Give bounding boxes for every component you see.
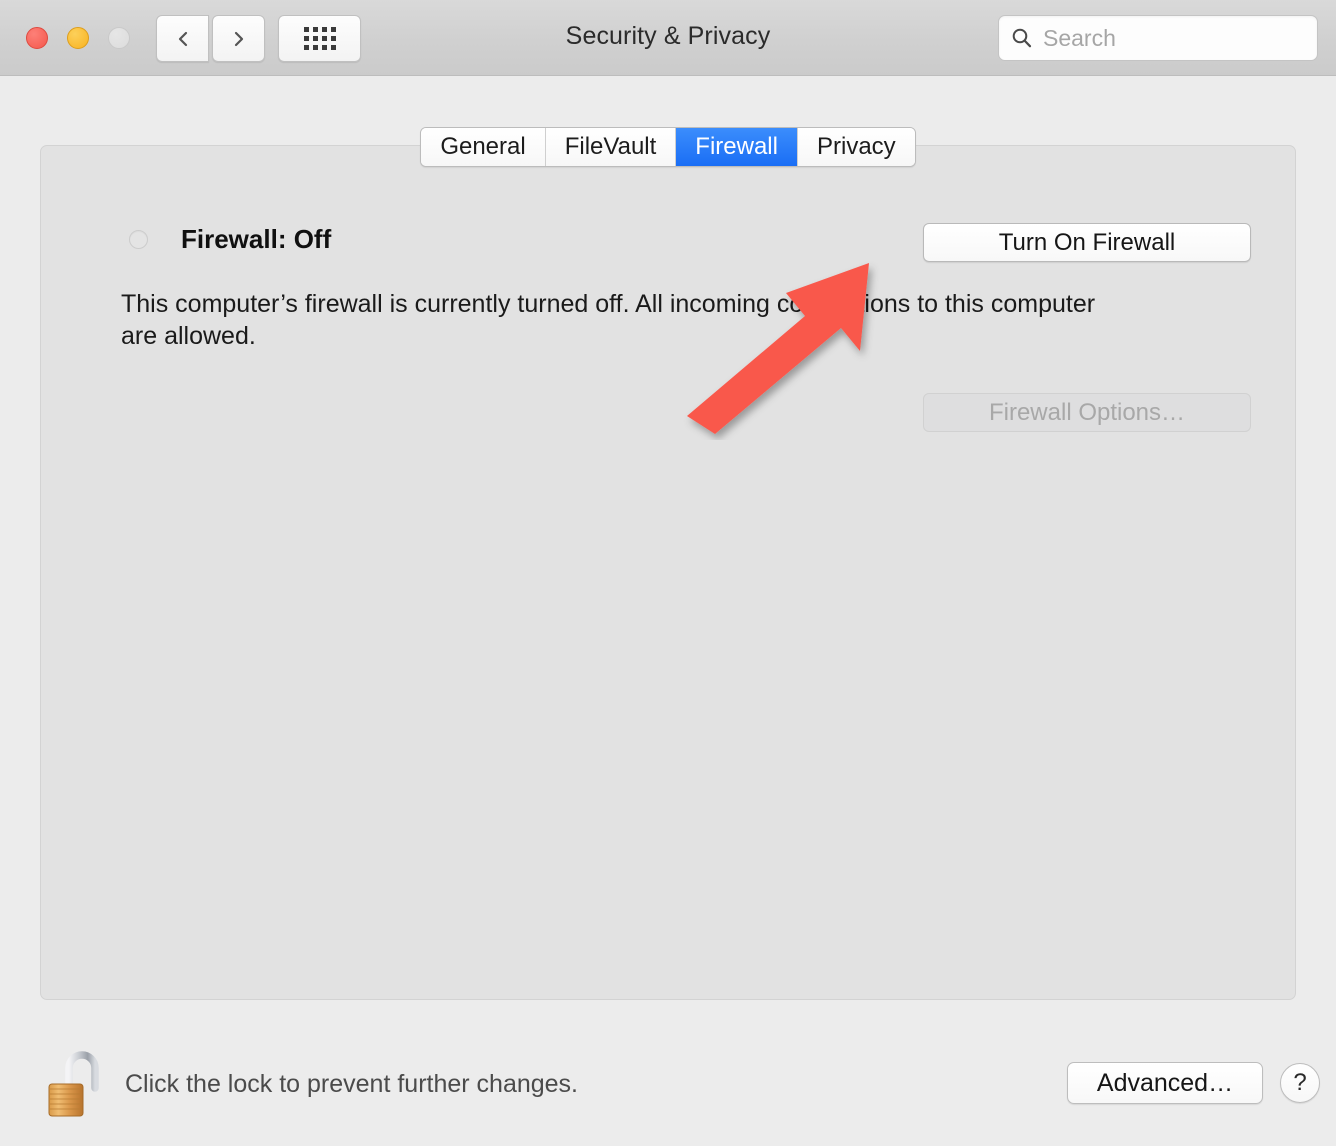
tab-general[interactable]: General xyxy=(421,128,546,166)
lock-row[interactable]: Click the lock to prevent further change… xyxy=(45,1048,578,1120)
firewall-status-row: Firewall: Off xyxy=(129,224,331,255)
lock-hint-label: Click the lock to prevent further change… xyxy=(125,1069,579,1098)
search-input[interactable]: Search xyxy=(998,15,1318,61)
search-icon xyxy=(1012,28,1032,48)
firewall-options-button: Firewall Options… xyxy=(923,393,1251,432)
window-toolbar: Security & Privacy Search xyxy=(0,0,1336,76)
help-button[interactable]: ? xyxy=(1280,1063,1320,1103)
security-privacy-window: Security & Privacy Search General FileVa… xyxy=(0,0,1336,1146)
firewall-description-text: This computer’s firewall is currently tu… xyxy=(121,290,1096,350)
firewall-settings-panel: Firewall: Off This computer’s firewall i… xyxy=(40,145,1296,1000)
tab-firewall[interactable]: Firewall xyxy=(676,128,798,166)
tab-filevault[interactable]: FileVault xyxy=(545,128,677,166)
tab-privacy[interactable]: Privacy xyxy=(797,128,915,166)
tab-bar: General FileVault Firewall Privacy xyxy=(0,127,1336,167)
firewall-status-indicator xyxy=(129,230,148,249)
unlocked-padlock-icon[interactable] xyxy=(45,1048,101,1120)
turn-on-firewall-button[interactable]: Turn On Firewall xyxy=(923,223,1251,262)
search-placeholder: Search xyxy=(1043,24,1116,51)
firewall-status-label: Firewall: Off xyxy=(181,224,332,254)
advanced-button[interactable]: Advanced… xyxy=(1067,1062,1263,1104)
